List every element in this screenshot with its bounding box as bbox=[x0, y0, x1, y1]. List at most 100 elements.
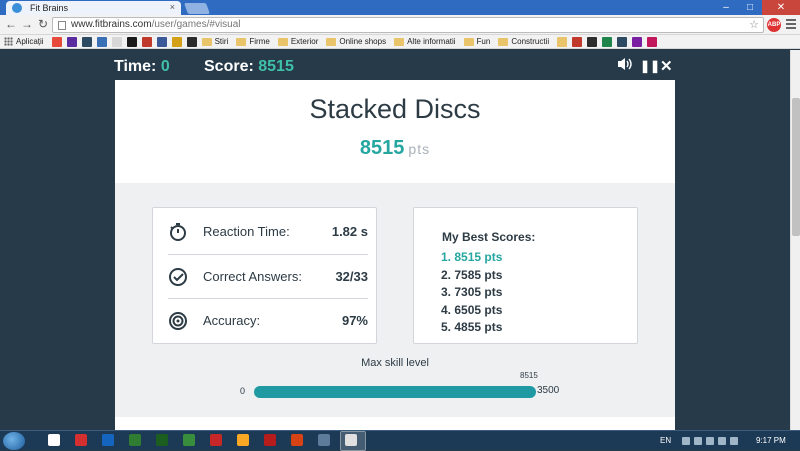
bookmark-favicon-icon[interactable] bbox=[171, 36, 182, 47]
browser-toolbar: ← → ↻ www.fitbrains.com/user/games/#visu… bbox=[0, 15, 800, 35]
tray-up-arrow-icon[interactable] bbox=[682, 437, 690, 445]
bookmark-star-icon[interactable]: ☆ bbox=[749, 18, 759, 31]
stat-label: Accuracy: bbox=[203, 313, 261, 328]
page-scrollbar[interactable] bbox=[790, 50, 800, 430]
bookmark-label: Stiri bbox=[214, 37, 229, 46]
bookmark-favicon-icon[interactable] bbox=[617, 36, 628, 47]
tray-volume-icon[interactable] bbox=[730, 437, 738, 445]
clock[interactable]: 9:17 PM bbox=[756, 436, 786, 445]
tab-title: Fit Brains bbox=[30, 3, 69, 13]
bookmark-favicon-icon[interactable] bbox=[96, 36, 107, 47]
skill-level-marker: 8515 bbox=[520, 371, 538, 380]
skill-level-fill bbox=[254, 386, 536, 398]
bookmark-folder[interactable]: Firme bbox=[236, 37, 270, 46]
bookmark-label: Fun bbox=[476, 37, 491, 46]
tab-close-icon[interactable]: × bbox=[170, 2, 175, 12]
browser-tab[interactable]: Fit Brains × bbox=[6, 1, 181, 15]
bookmark-folder[interactable]: Stiri bbox=[201, 37, 229, 46]
best-scores-panel: My Best Scores: 1. 8515 pts 2. 7585 pts … bbox=[413, 207, 638, 344]
url-text: www.fitbrains.com/user/games/#visual bbox=[71, 19, 241, 30]
results-actions bbox=[115, 417, 675, 430]
bookmark-label: Constructii bbox=[511, 37, 550, 46]
forward-button[interactable]: → bbox=[20, 17, 34, 31]
close-game-icon[interactable]: ✕ bbox=[660, 57, 673, 75]
taskbar-app-icon[interactable] bbox=[345, 434, 357, 446]
bookmark-favicon-icon[interactable] bbox=[572, 36, 583, 47]
stopwatch-icon bbox=[168, 222, 186, 241]
bookmarks-bar: Aplicații Stiri Firme Exterior Online shops A… bbox=[0, 35, 800, 49]
bookmark-folder[interactable]: Constructii bbox=[498, 37, 549, 46]
bookmark-favicon-icon[interactable] bbox=[632, 36, 643, 47]
bookmark-folder[interactable]: Online shops bbox=[326, 37, 386, 46]
adblock-icon[interactable]: ABP bbox=[767, 18, 781, 32]
folder-icon bbox=[394, 37, 405, 46]
bookmark-folder[interactable]: Alte informatii bbox=[394, 37, 456, 46]
bookmark-folder[interactable]: Fun bbox=[463, 37, 491, 46]
bookmark-favicon-icon[interactable] bbox=[141, 36, 152, 47]
stat-row-reaction-time: Reaction Time: 1.82 s bbox=[153, 209, 378, 253]
skill-level-max: 3500 bbox=[537, 385, 560, 396]
results-header: Stacked Discs 8515 pts bbox=[115, 80, 675, 183]
bookmark-folder[interactable]: Exterior bbox=[277, 37, 319, 46]
bookmark-favicon-icon[interactable] bbox=[587, 36, 598, 47]
chrome-menu-icon[interactable] bbox=[786, 19, 796, 31]
taskbar-app-icon[interactable] bbox=[129, 434, 141, 446]
tray-battery-icon[interactable] bbox=[718, 437, 726, 445]
final-score-value: 8515 bbox=[359, 137, 405, 159]
folder-icon bbox=[498, 37, 509, 46]
taskbar-app-icon[interactable] bbox=[156, 434, 168, 446]
taskbar-app-icon[interactable] bbox=[75, 434, 87, 446]
minimize-button[interactable]: – bbox=[714, 0, 738, 15]
stat-row-correct-answers: Correct Answers: 32/33 bbox=[153, 254, 378, 298]
sound-icon[interactable] bbox=[617, 57, 633, 75]
bookmark-favicon-icon[interactable] bbox=[51, 36, 62, 47]
results-card: Stacked Discs 8515 pts Reaction Time: 1.8… bbox=[115, 80, 675, 430]
game-title: Stacked Discs bbox=[309, 94, 481, 124]
bookmark-favicon-icon[interactable] bbox=[557, 36, 568, 47]
bookmark-label: Exterior bbox=[290, 37, 319, 46]
score-label: Score: bbox=[204, 58, 254, 75]
bookmark-apps[interactable]: Aplicații bbox=[4, 37, 44, 46]
final-score: 8515 pts bbox=[115, 137, 675, 160]
stat-label: Reaction Time: bbox=[203, 224, 290, 239]
time-label: Time: bbox=[114, 58, 157, 75]
scrollbar-thumb[interactable] bbox=[792, 98, 800, 236]
window-close-button[interactable]: ✕ bbox=[762, 0, 800, 15]
bookmark-favicon-icon[interactable] bbox=[66, 36, 77, 47]
reload-button[interactable]: ↻ bbox=[36, 17, 50, 31]
bookmark-favicon-icon[interactable] bbox=[111, 36, 122, 47]
skill-level-min: 0 bbox=[240, 386, 246, 396]
pause-icon[interactable]: ❚❚ bbox=[640, 59, 660, 73]
window-controls: – □ ✕ bbox=[714, 0, 800, 15]
best-score-item: 5. 4855 pts bbox=[441, 320, 503, 334]
maximize-button[interactable]: □ bbox=[738, 0, 762, 15]
taskbar-app-icon[interactable] bbox=[48, 434, 60, 446]
tray-flag-icon[interactable] bbox=[706, 437, 714, 445]
taskbar-app-icon[interactable] bbox=[318, 434, 330, 446]
stat-label: Correct Answers: bbox=[203, 269, 302, 284]
folder-icon bbox=[201, 37, 212, 46]
new-tab-button[interactable] bbox=[183, 3, 211, 14]
bookmark-favicon-icon[interactable] bbox=[126, 36, 137, 47]
taskbar-app-icon[interactable] bbox=[102, 434, 114, 446]
taskbar-app-icon[interactable] bbox=[237, 434, 249, 446]
back-button[interactable]: ← bbox=[4, 17, 18, 31]
tray-network-icon[interactable] bbox=[694, 437, 702, 445]
bookmark-favicon-icon[interactable] bbox=[81, 36, 92, 47]
folder-icon bbox=[236, 37, 247, 46]
taskbar-app-icon[interactable] bbox=[264, 434, 276, 446]
language-indicator[interactable]: EN bbox=[660, 436, 671, 445]
taskbar-app-icon[interactable] bbox=[183, 434, 195, 446]
bookmark-label: Aplicații bbox=[16, 37, 44, 46]
bookmark-favicon-icon[interactable] bbox=[156, 36, 167, 47]
bookmark-favicon-icon[interactable] bbox=[186, 36, 197, 47]
taskbar-app-icon[interactable] bbox=[210, 434, 222, 446]
taskbar-app-icon[interactable] bbox=[291, 434, 303, 446]
final-score-unit: pts bbox=[408, 141, 431, 157]
bookmark-favicon-icon[interactable] bbox=[647, 36, 658, 47]
address-bar[interactable]: www.fitbrains.com/user/games/#visual ☆ bbox=[52, 17, 764, 33]
fitbrains-page: Time: 0 Score: 8515 ❚❚ ✕ Stacked Discs 8… bbox=[0, 50, 790, 430]
start-button[interactable] bbox=[3, 432, 25, 450]
stat-value: 32/33 bbox=[335, 269, 368, 284]
bookmark-favicon-icon[interactable] bbox=[602, 36, 613, 47]
